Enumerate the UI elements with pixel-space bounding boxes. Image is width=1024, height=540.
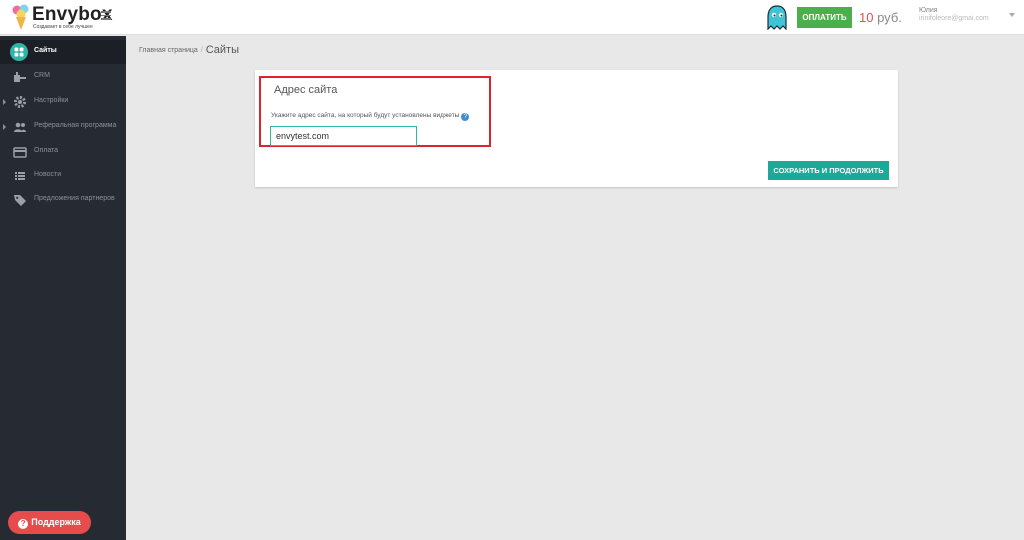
sidebar-item-label: Предложения партнеров bbox=[34, 195, 115, 202]
sidebar-item-settings[interactable]: Настройки bbox=[0, 90, 126, 114]
field-description-text: Укажите адрес сайта, на который будут ус… bbox=[271, 112, 460, 119]
menu-toggle-icon[interactable] bbox=[101, 11, 111, 20]
list-icon bbox=[15, 172, 25, 180]
site-url-input[interactable] bbox=[270, 126, 417, 146]
sidebar-item-payment[interactable]: Оплата bbox=[0, 140, 126, 164]
sidebar-item-label: Оплата bbox=[34, 147, 59, 154]
help-circle-icon: ? bbox=[18, 518, 29, 529]
user-menu-caret-icon[interactable] bbox=[1009, 13, 1015, 17]
support-label: Поддержка bbox=[31, 516, 81, 527]
sidebar-item-crm[interactable]: CRM bbox=[0, 65, 126, 89]
sidebar-item-label: Реферальная программа bbox=[34, 122, 117, 129]
sidebar-item-label: Новости bbox=[34, 171, 62, 178]
sidebar-item-label: Настройки bbox=[34, 97, 69, 104]
top-header: Envybox Создавает в себе лучшее ОПЛАТИТЬ… bbox=[0, 0, 1024, 35]
sidebar-item-referral[interactable]: Реферальная программа bbox=[0, 115, 126, 139]
brand-tagline: Создавает в себе лучшее bbox=[33, 24, 93, 30]
balance-amount: 10 bbox=[859, 10, 874, 25]
card-title: Адрес сайта bbox=[274, 84, 338, 96]
crm-icon bbox=[14, 72, 26, 82]
users-icon bbox=[14, 122, 26, 132]
sidebar-item-partners[interactable]: Предложения партнеров bbox=[0, 188, 126, 212]
sidebar-item-label: Сайты bbox=[34, 47, 57, 54]
sites-icon bbox=[10, 43, 28, 61]
expand-arrow-icon bbox=[3, 99, 6, 105]
page-title: Сайты bbox=[205, 44, 239, 56]
save-and-continue-button[interactable]: СОХРАНИТЬ И ПРОДОЛЖИТЬ bbox=[768, 161, 889, 180]
gear-icon bbox=[14, 96, 26, 108]
balance-display: 10 руб. bbox=[859, 10, 902, 25]
pay-button[interactable]: ОПЛАТИТЬ bbox=[797, 7, 852, 28]
breadcrumb-home-link[interactable]: Главная страница bbox=[139, 47, 198, 54]
support-button[interactable]: ? Поддержка bbox=[8, 511, 91, 534]
expand-arrow-icon bbox=[3, 124, 6, 130]
user-name[interactable]: Юлия bbox=[919, 7, 938, 14]
breadcrumb: Главная страница / Сайты bbox=[139, 44, 239, 56]
highlight-box: Адрес сайта Укажите адрес сайта, на кото… bbox=[259, 76, 491, 147]
card-icon bbox=[13, 147, 27, 158]
help-icon[interactable]: ? bbox=[461, 113, 470, 121]
sidebar-item-label: CRM bbox=[34, 72, 50, 79]
site-address-card: Адрес сайта Укажите адрес сайта, на кото… bbox=[255, 70, 898, 187]
user-email[interactable]: irinifoleore@gmai.com bbox=[919, 15, 989, 22]
field-description: Укажите адрес сайта, на который будут ус… bbox=[271, 112, 470, 121]
envybox-logo[interactable] bbox=[10, 3, 32, 31]
sidebar-item-news[interactable]: Новости bbox=[0, 164, 126, 188]
tag-icon bbox=[14, 195, 26, 206]
sidebar-item-sites[interactable]: Сайты bbox=[0, 40, 126, 64]
sidebar: Сайты CRM Настройки Реферальная программ… bbox=[0, 36, 126, 540]
balance-unit: руб. bbox=[877, 10, 902, 25]
ghost-icon[interactable] bbox=[766, 5, 788, 30]
breadcrumb-separator: / bbox=[200, 47, 203, 54]
